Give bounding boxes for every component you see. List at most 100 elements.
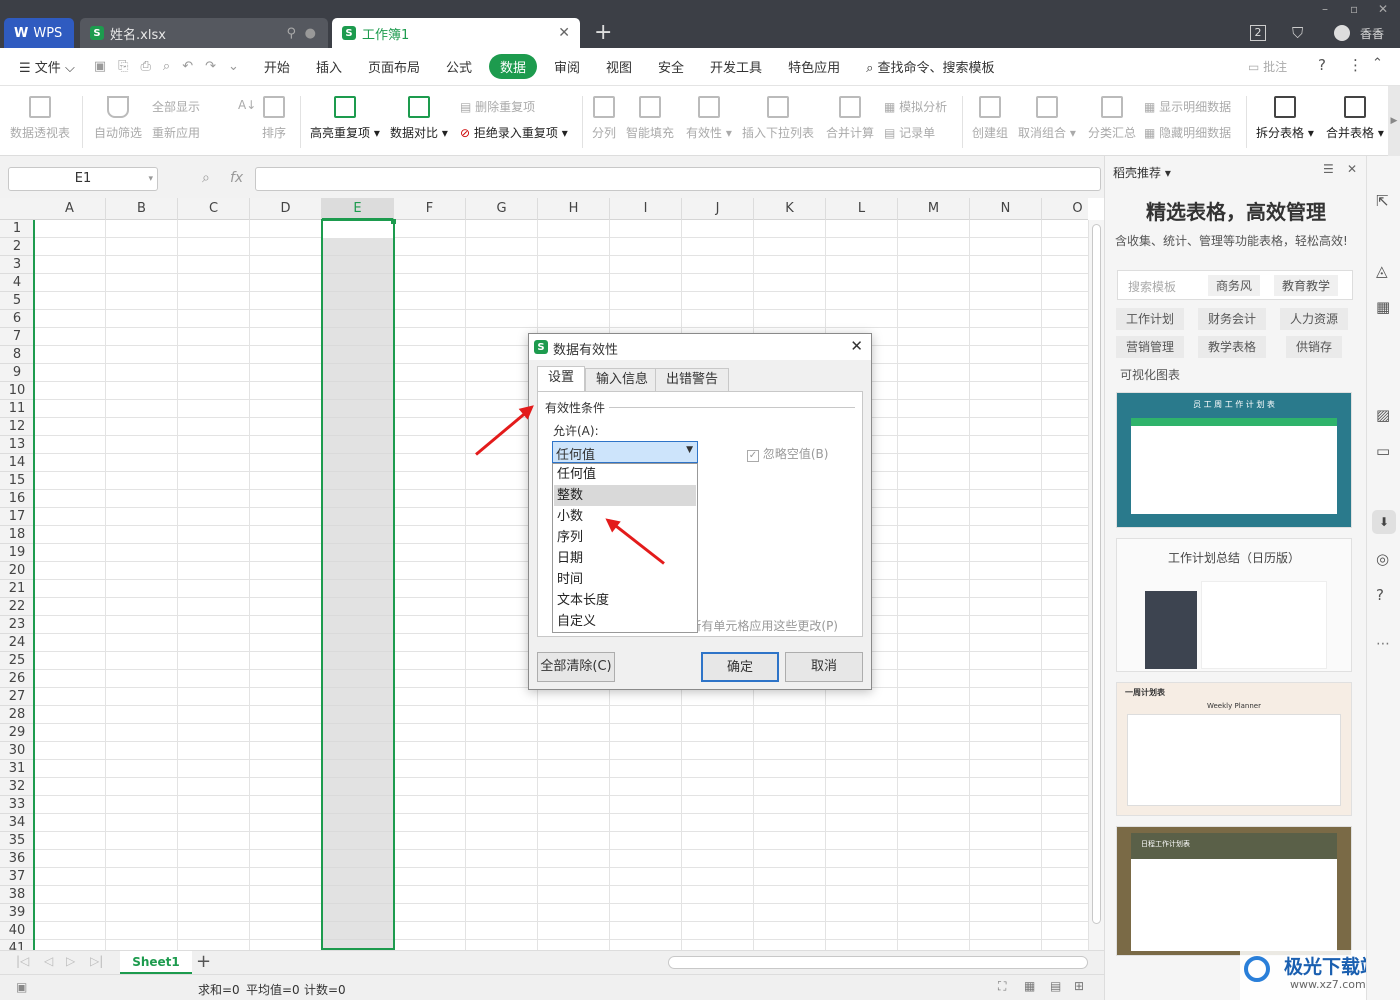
apply-all-checkbox-label[interactable]: 所有单元格应用这些更改(P) xyxy=(698,617,838,634)
first-sheet-icon[interactable]: |◁ xyxy=(16,954,29,968)
sheet-tab-sheet1[interactable]: Sheet1 xyxy=(120,951,192,974)
save-icon[interactable]: ▣ xyxy=(94,59,106,74)
close-window-icon[interactable]: ✕ xyxy=(1378,2,1388,16)
what-if-button[interactable]: ▦ 模拟分析 xyxy=(884,98,947,115)
user-name[interactable]: 香香 xyxy=(1360,25,1384,42)
merge-calc-button[interactable]: 合并计算 xyxy=(826,96,874,141)
highlight-duplicates-button[interactable]: 高亮重复项 ▾ xyxy=(310,96,380,141)
undo-icon[interactable]: ↶ xyxy=(182,59,193,74)
autofilter-button[interactable]: 自动筛选 xyxy=(94,96,142,141)
option-text-length[interactable]: 文本长度 xyxy=(554,590,696,611)
option-time[interactable]: 时间 xyxy=(554,569,696,590)
quick-tag-education[interactable]: 教育教学 xyxy=(1274,275,1339,296)
select-cursor-icon[interactable]: ⇱ xyxy=(1376,192,1389,210)
ribbon-scroll-right[interactable]: ▶ xyxy=(1388,86,1400,156)
validity-button[interactable]: 有效性 ▾ xyxy=(686,96,732,141)
fx-icon[interactable]: fx xyxy=(230,170,243,186)
maximize-icon[interactable]: ▫ xyxy=(1350,2,1358,16)
tag-teaching[interactable]: 教学表格 xyxy=(1198,336,1267,358)
template-thumb-week-planner[interactable]: 一周计划表 Weekly Planner xyxy=(1116,682,1352,816)
menu-formulas[interactable]: 公式 xyxy=(437,53,481,80)
new-tab-button[interactable]: + xyxy=(594,20,612,45)
show-detail-button[interactable]: ▦ 显示明细数据 xyxy=(1144,98,1231,115)
command-search[interactable]: ⌕ 查找命令、搜索模板 xyxy=(857,53,1003,80)
panel-header[interactable]: 稻壳推荐 ▾ xyxy=(1113,164,1171,181)
option-custom[interactable]: 自定义 xyxy=(554,611,696,632)
vertical-scroll-thumb[interactable] xyxy=(1092,224,1101,924)
merge-table-button[interactable]: 合并表格 ▾ xyxy=(1326,96,1384,141)
tab-wps-home[interactable]: W WPS xyxy=(4,18,74,48)
vertical-scrollbar[interactable] xyxy=(1088,220,1104,950)
sort-asc-icon[interactable]: A↓ xyxy=(238,98,256,112)
subtotal-button[interactable]: 分类汇总 xyxy=(1088,96,1136,141)
option-any-value[interactable]: 任何值 xyxy=(554,464,696,485)
fill-handle[interactable] xyxy=(391,219,396,224)
table-icon[interactable]: ▦ xyxy=(1376,298,1390,316)
more-quick-icon[interactable]: ⌄ xyxy=(228,59,239,74)
dialog-close-icon[interactable]: ✕ xyxy=(850,337,863,355)
split-table-button[interactable]: 拆分表格 ▾ xyxy=(1256,96,1314,141)
menu-special[interactable]: 特色应用 xyxy=(779,53,849,80)
option-date[interactable]: 日期 xyxy=(554,548,696,569)
avatar[interactable] xyxy=(1334,25,1350,41)
view-page-icon[interactable]: ▤ xyxy=(1050,979,1061,993)
split-column-button[interactable]: 分列 xyxy=(592,96,616,141)
tab-input-message[interactable]: 输入信息 xyxy=(585,368,660,392)
insert-dropdown-button[interactable]: 插入下拉列表 xyxy=(742,96,814,141)
last-sheet-icon[interactable]: ▷| xyxy=(90,954,103,968)
panel-menu-icon[interactable]: ☰ xyxy=(1323,162,1334,176)
more-menu-icon[interactable]: ⋮ xyxy=(1348,56,1363,74)
help-icon[interactable]: ? xyxy=(1318,56,1326,74)
cancel-button[interactable]: 取消 xyxy=(785,652,863,682)
file-menu[interactable]: ☰ 文件 ⌵ xyxy=(10,53,84,80)
menu-review[interactable]: 审阅 xyxy=(545,53,589,80)
template-thumb-calendar[interactable]: 工作计划总结（日历版） xyxy=(1116,538,1352,672)
preview-icon[interactable]: ⌕ xyxy=(163,59,170,74)
menu-security[interactable]: 安全 xyxy=(649,53,693,80)
pivot-table-button[interactable]: 数据透视表 xyxy=(10,96,70,141)
sort-button[interactable]: 排序 xyxy=(262,96,286,141)
hide-detail-button[interactable]: ▦ 隐藏明细数据 xyxy=(1144,124,1231,141)
template-thumb-weekly-plan[interactable]: 员 工 周 工 作 计 划 表 xyxy=(1116,392,1352,528)
horizontal-scrollbar[interactable] xyxy=(668,956,1088,969)
macro-icon[interactable]: ▣ xyxy=(16,980,27,994)
view-grid-icon[interactable]: ▦ xyxy=(1024,979,1035,993)
add-sheet-button[interactable]: + xyxy=(196,951,211,972)
backup-icon[interactable]: ◎ xyxy=(1376,550,1389,568)
menu-insert[interactable]: 插入 xyxy=(307,53,351,80)
menu-page-layout[interactable]: 页面布局 xyxy=(359,53,429,80)
next-sheet-icon[interactable]: ▷ xyxy=(66,954,75,968)
option-decimal[interactable]: 小数 xyxy=(554,506,696,527)
clear-all-button[interactable]: 全部清除(C) xyxy=(537,652,615,682)
show-all-button[interactable]: 全部显示 xyxy=(152,98,200,115)
menu-data[interactable]: 数据 xyxy=(488,54,537,79)
smart-fill-button[interactable]: 智能填充 xyxy=(626,96,674,141)
tab-settings[interactable]: 设置 xyxy=(537,366,586,392)
export-icon[interactable]: ⎘ xyxy=(118,59,128,74)
minimize-icon[interactable]: – xyxy=(1322,2,1328,16)
comment-button[interactable]: ▭ 批注 xyxy=(1248,58,1287,75)
tag-visual-charts[interactable]: 可视化图表 xyxy=(1120,366,1180,383)
help-circle-icon[interactable]: ? xyxy=(1376,586,1384,604)
close-tab-icon[interactable]: ✕ xyxy=(558,25,570,41)
panel-close-icon[interactable]: ✕ xyxy=(1347,162,1357,176)
tag-work-plan[interactable]: 工作计划 xyxy=(1116,308,1185,330)
option-integer[interactable]: 整数 xyxy=(554,485,696,506)
view-layout-icon[interactable]: ⊞ xyxy=(1074,979,1084,993)
menu-developer[interactable]: 开发工具 xyxy=(701,53,771,80)
image-icon[interactable]: ▨ xyxy=(1376,406,1390,424)
menu-home[interactable]: 开始 xyxy=(255,53,299,80)
shirt-skin-icon[interactable]: ⛉ xyxy=(1292,24,1303,42)
reapply-button[interactable]: 重新应用 xyxy=(152,124,200,141)
menu-view[interactable]: 视图 xyxy=(597,53,641,80)
reject-duplicates-button[interactable]: ⊘ 拒绝录入重复项 ▾ xyxy=(460,124,568,141)
create-group-button[interactable]: 创建组 xyxy=(972,96,1008,141)
ungroup-button[interactable]: 取消组合 ▾ xyxy=(1018,96,1076,141)
prev-sheet-icon[interactable]: ◁ xyxy=(44,954,53,968)
data-compare-button[interactable]: 数据对比 ▾ xyxy=(390,96,448,141)
print-icon[interactable]: ⎙ xyxy=(141,59,151,74)
tab-error-alert[interactable]: 出错警告 xyxy=(655,368,730,392)
delete-duplicates-button[interactable]: ▤ 删除重复项 xyxy=(460,98,535,115)
tab-workbook1[interactable]: S 工作簿1 ✕ xyxy=(332,18,580,48)
tag-hr[interactable]: 人力资源 xyxy=(1280,308,1349,330)
